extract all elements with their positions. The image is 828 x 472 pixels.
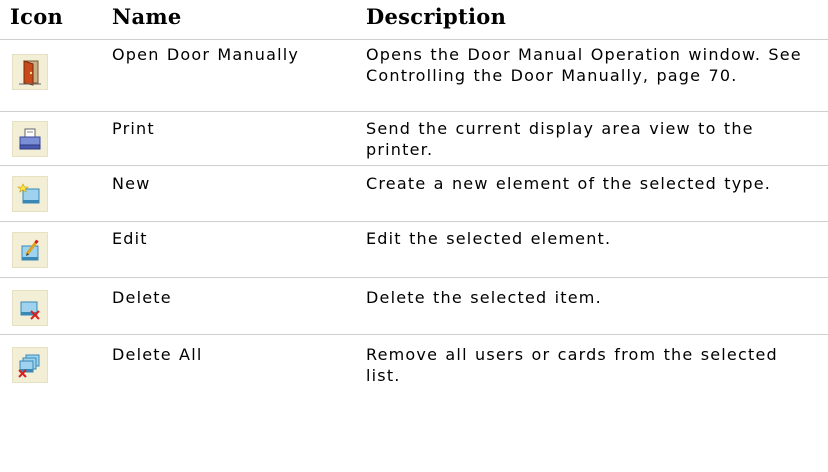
table-row: Delete Delete the selected item. — [0, 278, 828, 333]
row-description: Create a new element of the selected typ… — [366, 174, 772, 193]
print-icon — [12, 121, 48, 157]
row-description: Edit the selected element. — [366, 229, 612, 248]
row-description: Opens the Door Manual Operation window. … — [366, 45, 802, 85]
row-name: Delete — [112, 288, 172, 307]
row-name: New — [112, 174, 151, 193]
open-door-icon — [12, 54, 48, 90]
table-row: Edit Edit the selected element. — [0, 222, 828, 272]
header-description: Description — [366, 4, 507, 29]
table-row: Print Send the current display area view… — [0, 112, 828, 162]
row-name: Print — [112, 119, 155, 138]
table-row: Delete All Remove all users or cards fro… — [0, 335, 828, 397]
row-name: Delete All — [112, 345, 203, 364]
table-row: Open Door Manually Opens the Door Manual… — [0, 40, 828, 108]
table-row: New Create a new element of the selected… — [0, 166, 828, 218]
edit-icon — [12, 232, 48, 268]
header-icon: Icon — [10, 4, 64, 29]
row-description: Remove all users or cards from the selec… — [366, 345, 778, 385]
delete-all-icon — [12, 347, 48, 383]
delete-icon — [12, 290, 48, 326]
row-description: Send the current display area view to th… — [366, 119, 754, 159]
row-name: Open Door Manually — [112, 45, 300, 64]
row-name: Edit — [112, 229, 148, 248]
header-name: Name — [112, 4, 182, 29]
row-description: Delete the selected item. — [366, 288, 602, 307]
new-icon — [12, 176, 48, 212]
